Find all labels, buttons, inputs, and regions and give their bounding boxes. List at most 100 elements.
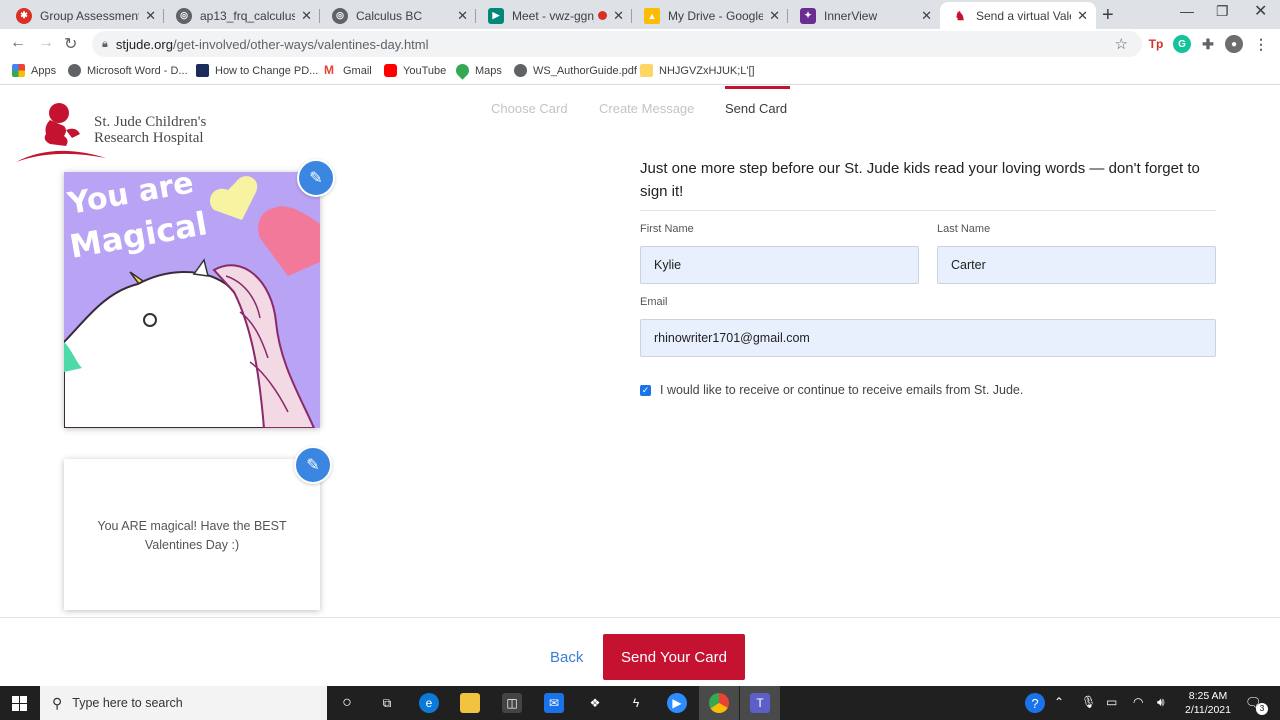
form-divider: [640, 210, 1216, 211]
tab-calculus-bc[interactable]: ◎ Calculus BC ✕: [320, 2, 476, 29]
tab-ap13-frq[interactable]: ◎ ap13_frq_calculus_bc ✕: [164, 2, 320, 29]
globe-icon: ◎: [176, 7, 192, 24]
lightning-app-icon[interactable]: ϟ: [626, 693, 646, 713]
close-icon[interactable]: ✕: [457, 8, 468, 24]
maximize-icon[interactable]: ❐: [1216, 3, 1229, 20]
step-send-card[interactable]: Send Card: [725, 101, 787, 116]
last-name-field[interactable]: Carter: [937, 246, 1216, 284]
reload-icon[interactable]: ↻: [64, 34, 77, 54]
close-icon[interactable]: ✕: [769, 8, 780, 24]
bookmark-label: YouTube: [403, 64, 447, 77]
logo-line-2: Research Hospital: [94, 130, 204, 146]
map-pin-icon: [453, 61, 472, 80]
bookmark-gmail[interactable]: M Gmail: [324, 64, 372, 77]
taskbar-search[interactable]: ⚲ Type here to search: [40, 686, 327, 720]
last-name-label: Last Name: [937, 223, 991, 235]
tab-innerview[interactable]: ✦ InnerView ✕: [788, 2, 940, 29]
tab-google-drive[interactable]: ▲ My Drive - Google Driv ✕: [632, 2, 788, 29]
innerview-icon: ✦: [800, 7, 816, 24]
back-arrow-icon[interactable]: ←: [10, 34, 26, 52]
new-tab-button[interactable]: +: [1102, 4, 1114, 27]
browser-tabstrip: ✱ Group Assessment Vide ✕ ◎ ap13_frq_cal…: [0, 0, 1280, 29]
tab-title: InnerView: [824, 8, 878, 23]
minimize-icon[interactable]: —: [1180, 3, 1194, 19]
windows-start-icon[interactable]: [12, 696, 27, 711]
browser-toolbar: ← → ↻ 🔒︎ stjude.org/get-involved/other-w…: [0, 29, 1280, 59]
edit-card-button[interactable]: ✎: [297, 159, 335, 197]
close-icon[interactable]: ✕: [145, 8, 156, 24]
tab-title: My Drive - Google Driv: [668, 8, 764, 23]
bookmark-label: Apps: [31, 64, 57, 77]
chevron-up-icon[interactable]: ⌃: [1054, 695, 1064, 709]
grammarly-icon[interactable]: G: [1173, 35, 1191, 53]
mail-icon[interactable]: ✉: [544, 693, 564, 713]
chrome-icon[interactable]: [709, 693, 729, 713]
bookmark-change-pdf[interactable]: How to Change PD...: [196, 64, 318, 77]
notification-badge: 3: [1256, 703, 1268, 715]
system-clock[interactable]: 8:25 AM 2/11/2021: [1180, 689, 1236, 717]
dropbox-icon[interactable]: ❖: [585, 693, 605, 713]
zoom-icon[interactable]: ▶: [667, 693, 687, 713]
card-artwork: You are Magical: [64, 172, 320, 428]
action-footer: Back Send Your Card: [0, 617, 1280, 686]
consent-checkbox[interactable]: ✓: [640, 385, 651, 396]
first-name-label: First Name: [640, 223, 694, 235]
drive-icon: ▲: [644, 7, 660, 24]
tab-st-jude-valentine[interactable]: ♞ Send a virtual Valentin ✕: [940, 2, 1096, 29]
step-create-message[interactable]: Create Message: [599, 101, 694, 116]
microphone-icon[interactable]: 🎙︎: [1081, 695, 1096, 709]
teams-icon[interactable]: T: [750, 693, 770, 713]
help-icon[interactable]: ?: [1025, 693, 1045, 713]
meet-icon: ▶: [488, 7, 504, 24]
bookmark-apps[interactable]: Apps: [12, 64, 56, 77]
close-icon[interactable]: ✕: [613, 8, 624, 24]
tab-title: Send a virtual Valentin: [976, 8, 1071, 23]
forward-arrow-icon[interactable]: →: [38, 34, 54, 52]
store-icon[interactable]: ◫: [502, 693, 522, 713]
back-button[interactable]: Back: [550, 649, 583, 666]
address-bar[interactable]: 🔒︎ stjude.org/get-involved/other-ways/va…: [92, 31, 1142, 57]
cortana-icon[interactable]: ○: [337, 693, 357, 713]
battery-icon[interactable]: ▭: [1106, 695, 1117, 709]
email-label: Email: [640, 296, 668, 308]
bookmark-star-icon[interactable]: ☆: [1115, 35, 1128, 53]
volume-icon[interactable]: 🔊︎: [1157, 695, 1165, 710]
bookmark-ws-authorguide[interactable]: WS_AuthorGuide.pdf: [514, 64, 637, 77]
extensions-puzzle-icon[interactable]: ✚: [1199, 35, 1217, 53]
close-icon[interactable]: ✕: [1077, 8, 1088, 24]
st-jude-logo[interactable]: St. Jude Children's Research Hospital: [14, 100, 214, 162]
bookmark-label: Microsoft Word - D...: [87, 64, 188, 77]
edit-message-button[interactable]: ✎: [294, 446, 332, 484]
tab-title: ap13_frq_calculus_bc: [200, 8, 296, 23]
window-close-icon[interactable]: ✕: [1254, 1, 1267, 21]
file-explorer-icon[interactable]: [460, 693, 480, 713]
edge-icon[interactable]: e: [419, 693, 439, 713]
search-icon: ⚲: [52, 694, 63, 711]
profile-avatar[interactable]: ●: [1225, 35, 1243, 53]
bookmark-maps[interactable]: Maps: [453, 61, 502, 80]
close-icon[interactable]: ✕: [921, 8, 932, 24]
close-icon[interactable]: ✕: [301, 8, 312, 24]
wifi-icon[interactable]: ◠: [1133, 695, 1143, 709]
consent-label[interactable]: I would like to receive or continue to r…: [660, 383, 1023, 397]
clock-time: 8:25 AM: [1188, 690, 1228, 702]
send-card-button[interactable]: Send Your Card: [603, 634, 745, 680]
url-path: /get-involved/other-ways/valentines-day.…: [172, 36, 429, 52]
unicorn-card-image: You are Magical: [64, 172, 320, 428]
bookmark-microsoft-word[interactable]: Microsoft Word - D...: [68, 64, 188, 77]
bookmark-label: Maps: [475, 64, 502, 77]
first-name-field[interactable]: Kylie: [640, 246, 919, 284]
tp-extension-icon[interactable]: Tp: [1147, 35, 1165, 53]
globe-icon: [68, 64, 81, 77]
bookmark-folder[interactable]: NHJGVZxHJUK;L'[]: [640, 64, 755, 77]
tab-group-assessment[interactable]: ✱ Group Assessment Vide ✕: [4, 2, 164, 29]
task-view-icon[interactable]: ⧉: [377, 693, 397, 713]
step-choose-card[interactable]: Choose Card: [491, 101, 568, 116]
menu-dots-icon[interactable]: ⋮: [1252, 35, 1270, 53]
tab-google-meet[interactable]: ▶ Meet - vwz-ggnj-c ✕: [476, 2, 632, 29]
lock-icon: 🔒︎: [102, 37, 108, 50]
bookmark-youtube[interactable]: YouTube: [384, 64, 446, 77]
gear-icon: ✱: [16, 7, 32, 24]
email-field[interactable]: rhinowriter1701@gmail.com: [640, 319, 1216, 357]
bookmark-label: Gmail: [343, 64, 372, 77]
